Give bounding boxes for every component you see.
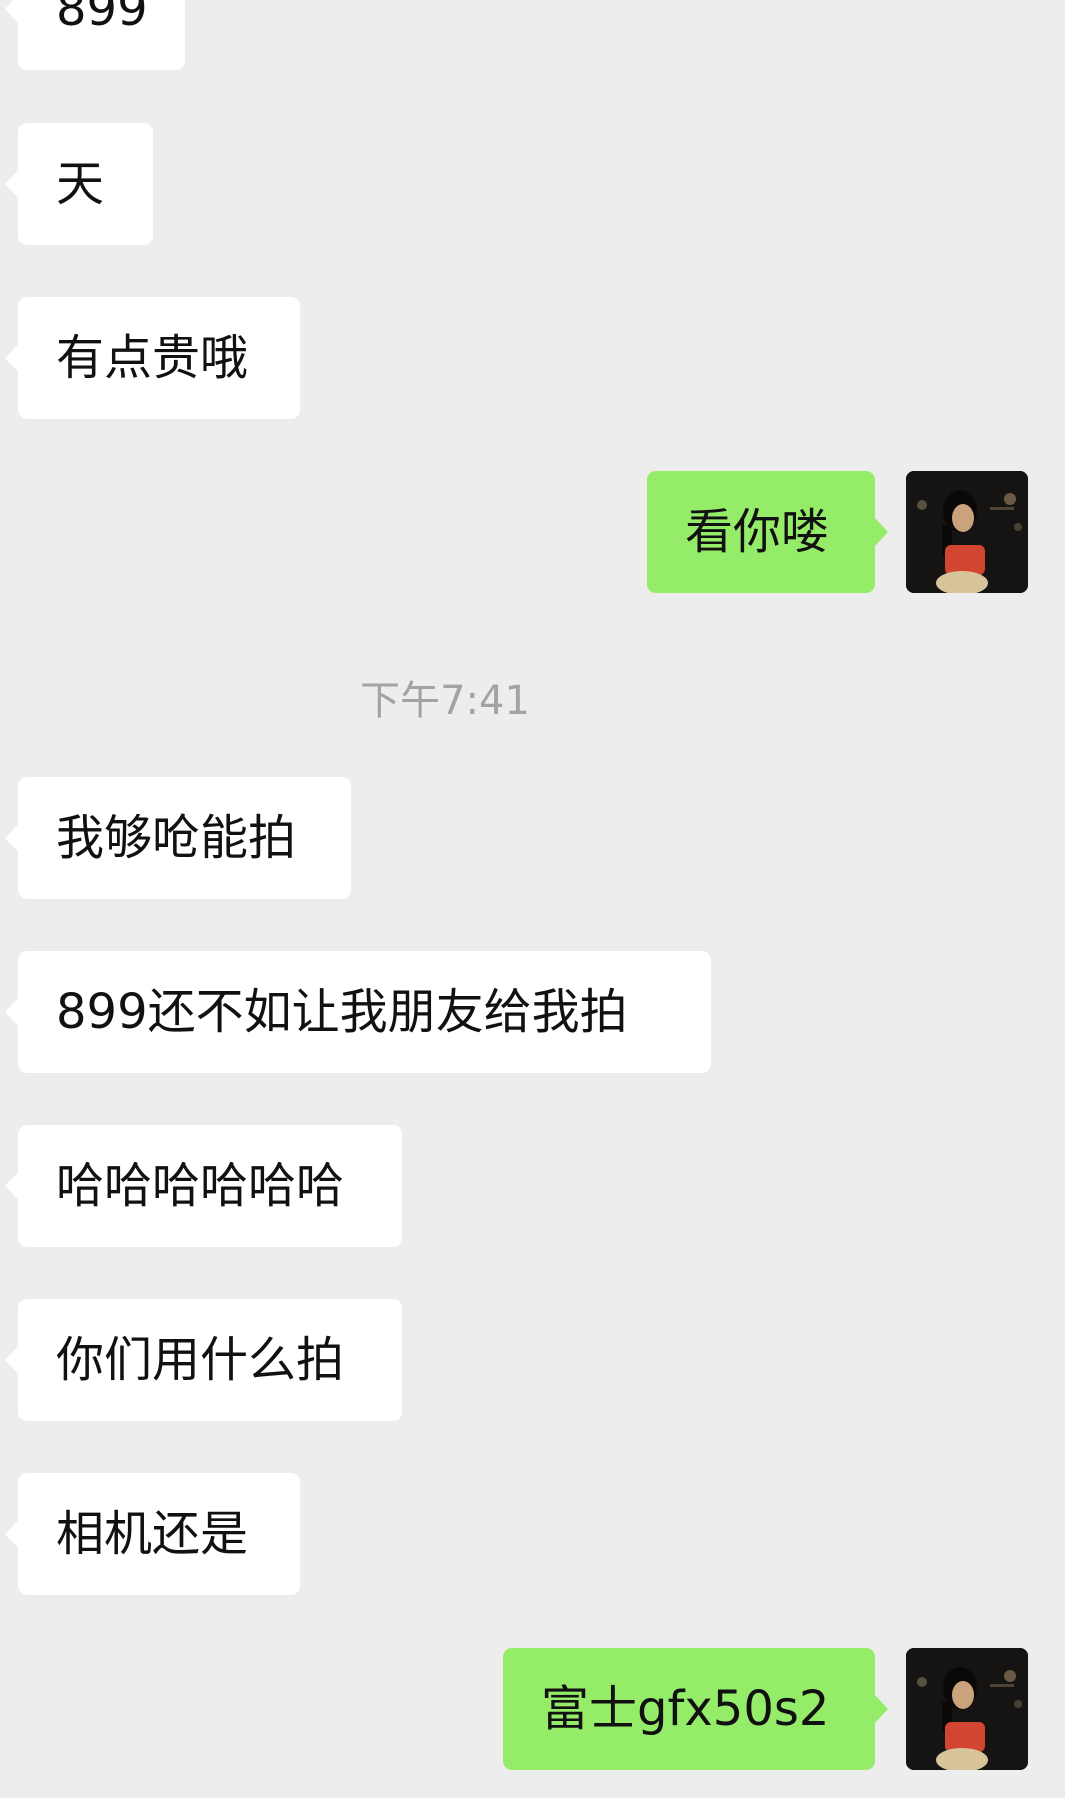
message-row: 天 xyxy=(0,123,1065,247)
message-text: 哈哈哈哈哈哈 xyxy=(56,1158,345,1214)
message-text: 天 xyxy=(56,156,105,212)
message-row: 看你喽 xyxy=(0,471,1065,595)
message-text: 我够呛能拍 xyxy=(56,810,297,866)
message-text: 899 xyxy=(56,0,148,37)
message-row: 你们用什么拍 xyxy=(0,1299,1065,1423)
message-text: 899还不如让我朋友给我拍 xyxy=(56,984,628,1040)
message-text: 你们用什么拍 xyxy=(56,1332,345,1388)
message-text: 相机还是 xyxy=(56,1506,249,1562)
message-timestamp: 下午7:41 xyxy=(360,678,530,724)
incoming-message-bubble[interactable]: 天 xyxy=(5,123,153,245)
incoming-message-bubble[interactable]: 你们用什么拍 xyxy=(5,1299,402,1421)
message-row: 富士gfx50s2 xyxy=(0,1648,1065,1772)
outgoing-message-bubble[interactable]: 富士gfx50s2 xyxy=(503,1648,888,1770)
message-row: 有点贵哦 xyxy=(0,297,1065,421)
incoming-message-bubble[interactable]: 899还不如让我朋友给我拍 xyxy=(5,951,711,1073)
outgoing-message-bubble[interactable]: 看你喽 xyxy=(647,471,888,593)
message-row: 899还不如让我朋友给我拍 xyxy=(0,951,1065,1075)
incoming-message-bubble[interactable]: 899 xyxy=(5,0,185,70)
incoming-message-bubble[interactable]: 有点贵哦 xyxy=(5,297,300,419)
message-row: 哈哈哈哈哈哈 xyxy=(0,1125,1065,1249)
incoming-message-bubble[interactable]: 哈哈哈哈哈哈 xyxy=(5,1125,402,1247)
user-avatar-photo-icon xyxy=(906,471,1028,593)
message-text: 富士gfx50s2 xyxy=(541,1681,830,1737)
incoming-message-bubble[interactable]: 相机还是 xyxy=(5,1473,300,1595)
chat-message-list[interactable]: 899 天 有点贵哦 看你喽 下午7:41 我够呛能拍 899还不如让我朋友给我… xyxy=(0,0,1065,1798)
message-text: 有点贵哦 xyxy=(56,330,249,386)
message-row: 相机还是 xyxy=(0,1473,1065,1597)
user-avatar[interactable] xyxy=(906,471,1028,593)
user-avatar-photo-icon xyxy=(906,1648,1028,1770)
user-avatar[interactable] xyxy=(906,1648,1028,1770)
incoming-message-bubble[interactable]: 我够呛能拍 xyxy=(5,777,351,899)
message-text: 看你喽 xyxy=(685,504,830,560)
message-row: 899 xyxy=(0,0,1065,72)
message-row: 我够呛能拍 xyxy=(0,777,1065,901)
